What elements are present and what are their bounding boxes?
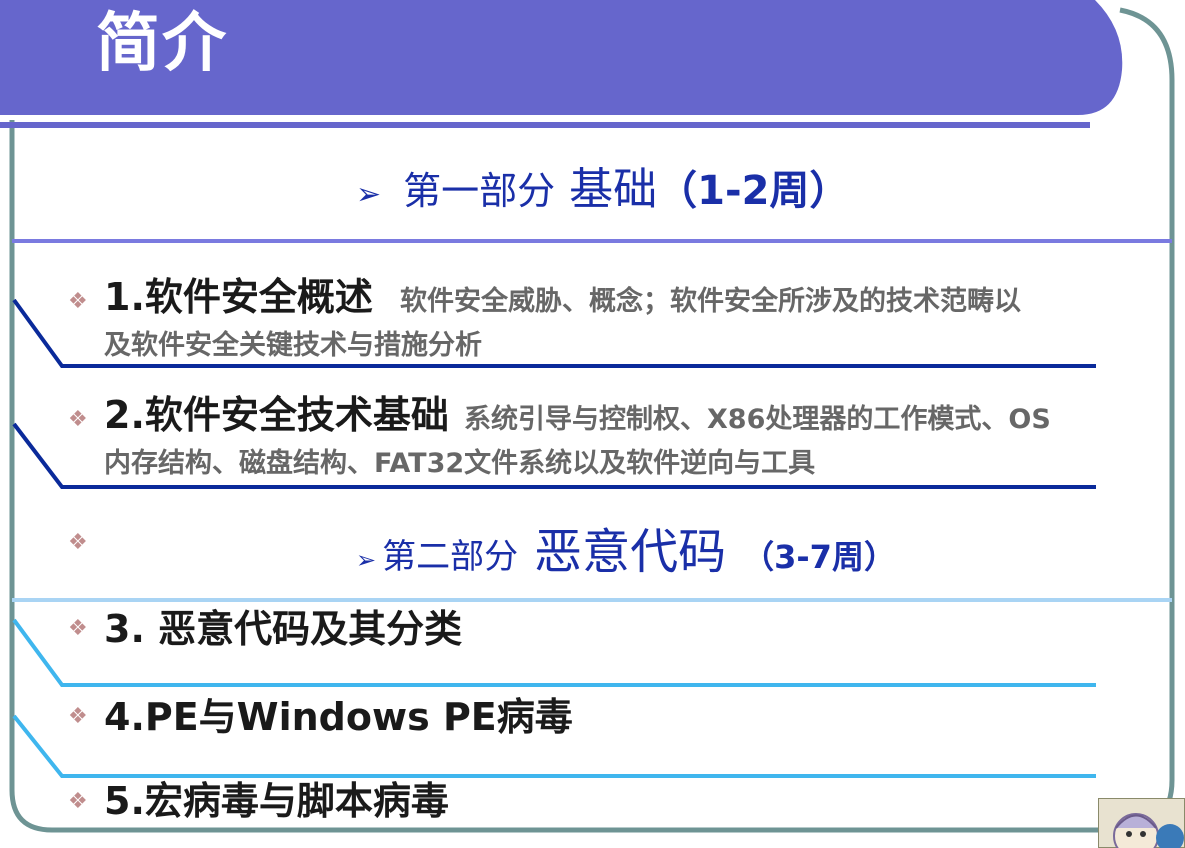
list-item-4: 4.PE与Windows PE病毒 [104, 692, 573, 750]
section1-name: 基础 [569, 164, 658, 215]
diamond-bullet-icon: ❖ [68, 530, 88, 555]
list-item-5: 5.宏病毒与脚本病毒 [104, 776, 449, 834]
list-item-1: 1.软件安全概述 软件安全威胁、概念；软件安全所涉及的技术范畴以 及软件安全关键… [104, 276, 1021, 366]
section2-weeks: （3-7周） [742, 538, 896, 576]
diamond-bullet-icon: ❖ [68, 616, 88, 641]
cartoon-character-image [1098, 798, 1185, 848]
arrow-bullet-icon: ➢ [356, 546, 377, 574]
list-item-3: 3. 恶意代码及其分类 [104, 604, 462, 662]
item3-title: 3. 恶意代码及其分类 [104, 607, 463, 651]
arrow-bullet-icon: ➢ [356, 177, 382, 212]
item2-desc-line1: 系统引导与控制权、X86处理器的工作模式、OS [463, 404, 1051, 435]
item1-title: 1.软件安全概述 [104, 275, 373, 319]
item1-desc-line1: 软件安全威胁、概念；软件安全所涉及的技术范畴以 [399, 286, 1021, 317]
section1-part: 第一部分 [403, 169, 556, 213]
item4-title: 4.PE与Windows PE病毒 [104, 695, 573, 739]
diamond-bullet-icon: ❖ [68, 407, 88, 432]
slide-title: 简介 [96, 7, 228, 81]
item5-title: 5.宏病毒与脚本病毒 [104, 779, 449, 823]
section1-header: ➢ 第一部分 基础（1-2周） [356, 160, 849, 225]
section1-weeks: （1-2周） [657, 168, 850, 214]
diamond-bullet-icon: ❖ [68, 704, 88, 729]
item2-desc-line2: 内存结构、磁盘结构、FAT32文件系统以及软件逆向与工具 [104, 448, 816, 479]
section2-part: 第二部分 [382, 537, 519, 577]
diamond-bullet-icon: ❖ [68, 789, 88, 814]
list-item-2: 2.软件安全技术基础 系统引导与控制权、X86处理器的工作模式、OS 内存结构、… [104, 394, 1051, 484]
item2-title: 2.软件安全技术基础 [104, 393, 449, 437]
diamond-bullet-icon: ❖ [68, 289, 88, 314]
item1-desc-line2: 及软件安全关键技术与措施分析 [104, 330, 482, 361]
section2-name: 恶意代码 [534, 524, 727, 580]
section2-header: ➢ 第二部分 恶意代码 （3-7周） [356, 524, 896, 588]
